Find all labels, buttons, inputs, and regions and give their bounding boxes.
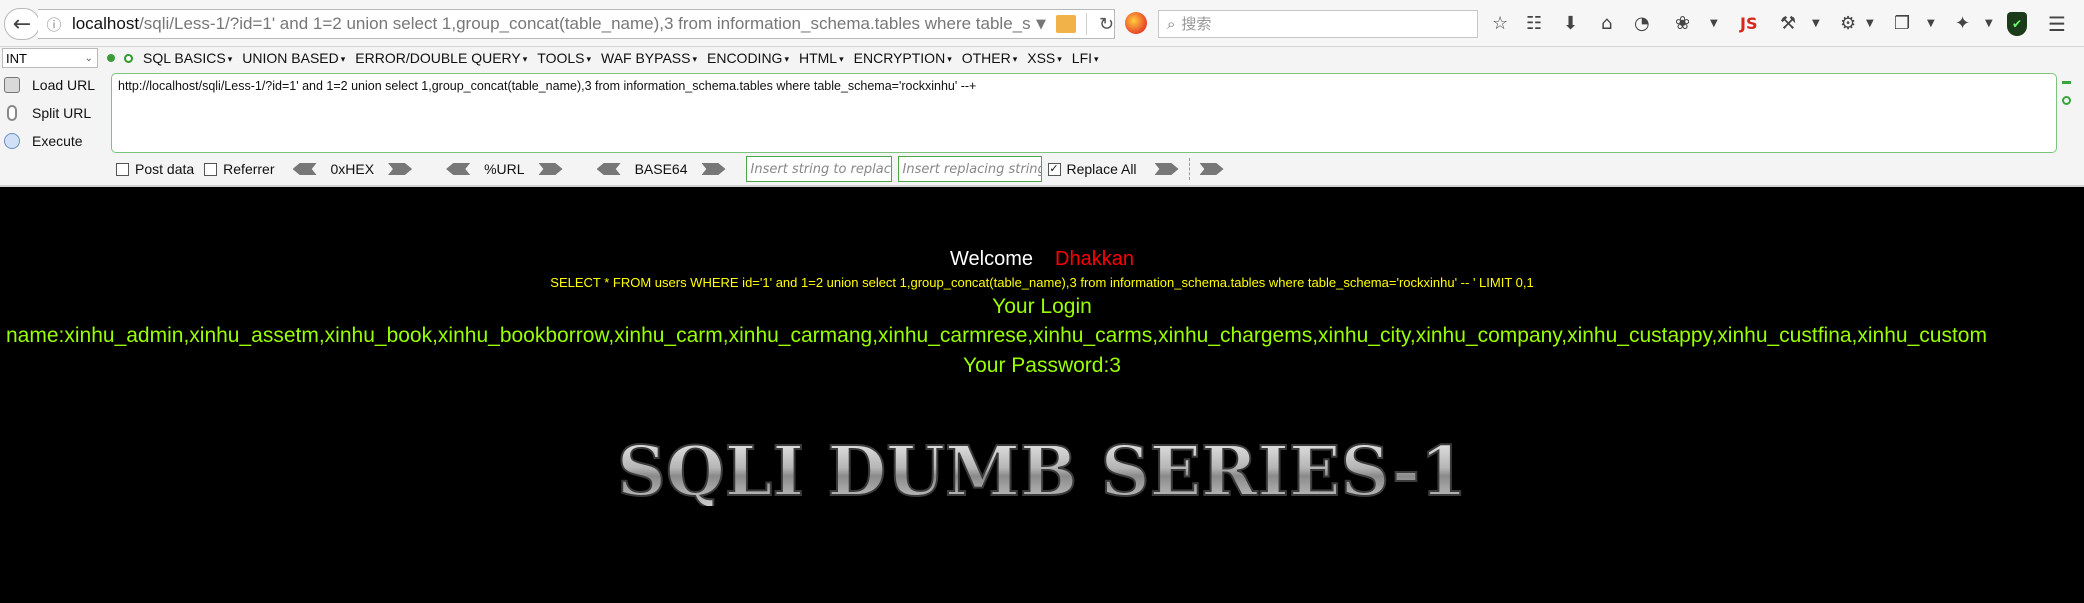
back-arrow-icon: ← (12, 11, 32, 37)
load-url-icon (4, 77, 20, 93)
base64-label: BASE64 (634, 161, 688, 177)
divider (1188, 158, 1190, 180)
chevron-down-icon[interactable]: ▼ (1710, 12, 1718, 36)
extension-icon[interactable]: ✦ (1955, 12, 1970, 36)
replace-go-icon[interactable] (1154, 163, 1179, 175)
encode-url-icon[interactable] (538, 163, 563, 175)
menu-sql-basics[interactable]: SQL BASICS ▾ (143, 50, 232, 66)
scroll-minus-icon[interactable] (2062, 81, 2071, 84)
user-name: Dhakkan (1055, 248, 1134, 270)
address-bar[interactable]: ⓘ localhost/sqli/Less-1/?id=1' and 1=2 u… (38, 9, 1115, 39)
home-icon[interactable] (1055, 15, 1076, 33)
replace-next-icon[interactable] (1199, 163, 1224, 175)
proxy-icon[interactable]: ⚙ (1840, 12, 1856, 36)
welcome-line: Welcome Dhakkan (950, 248, 1134, 270)
menu-union-based[interactable]: UNION BASED ▾ (242, 50, 345, 66)
menu-waf-bypass[interactable]: WAF BYPASS ▾ (601, 50, 697, 66)
url-dropdown-icon[interactable]: ▼ (1036, 17, 1046, 32)
type-select[interactable]: INT ⌄ (2, 48, 98, 68)
shield-icon[interactable]: ✔ (2007, 12, 2027, 36)
execute-icon (4, 133, 20, 149)
info-icon[interactable]: ⓘ (44, 14, 64, 35)
decode-url-icon[interactable] (446, 163, 471, 175)
banner-logo: SQLI DUMB SERIES-1 (616, 436, 1468, 506)
scroll-plus-icon[interactable] (2062, 96, 2071, 105)
referrer-checkbox[interactable]: Referrer (204, 161, 275, 177)
menu-xss[interactable]: XSS ▾ (1027, 50, 1062, 66)
replace-all-checkbox[interactable]: ✓ Replace All (1047, 161, 1137, 177)
textarea-scrollbar[interactable] (2061, 77, 2073, 149)
post-data-checkbox[interactable]: Post data (116, 161, 194, 177)
checkbox-icon[interactable] (116, 162, 129, 176)
window-icon[interactable]: ❐ (1894, 12, 1910, 36)
firefox-icon[interactable] (1125, 12, 1147, 34)
hackbar-menu: INT ⌄ SQL BASICS ▾ UNION BASED ▾ ERROR/DOU… (0, 47, 2084, 69)
clipboard-icon[interactable]: ☷ (1526, 12, 1542, 36)
address-url[interactable]: localhost/sqli/Less-1/?id=1' and 1=2 uni… (72, 14, 1030, 34)
browser-toolbar: ← ⓘ localhost/sqli/Less-1/?id=1' and 1=2… (0, 0, 2084, 47)
menu-lfi[interactable]: LFI ▾ (1072, 50, 1099, 66)
js-toggle-icon[interactable]: JS (1740, 12, 1757, 36)
split-url-icon (7, 105, 17, 121)
reload-icon[interactable]: ↻ (1099, 14, 1114, 35)
svg-text:SQLI DUMB SERIES-1: SQLI DUMB SERIES-1 (617, 436, 1467, 506)
sql-query: SELECT * FROM users WHERE id='1' and 1=2… (550, 275, 1534, 290)
menu-encoding[interactable]: ENCODING ▾ (707, 50, 789, 66)
addon-icon[interactable]: ◔ (1634, 12, 1650, 36)
hackbar-panel: INT ⌄ SQL BASICS ▾ UNION BASED ▾ ERROR/DOU… (0, 47, 2084, 187)
decode-hex-icon[interactable] (292, 163, 317, 175)
encode-hex-icon[interactable] (388, 163, 413, 175)
chevron-down-icon[interactable]: ▼ (1985, 12, 1993, 36)
split-url-button[interactable]: Split URL (0, 99, 110, 127)
login-label: Your Login (992, 295, 1092, 318)
settings-icon[interactable]: ⚒ (1780, 12, 1796, 36)
checkbox-icon[interactable] (204, 162, 218, 176)
back-button[interactable]: ← (4, 8, 40, 40)
menu-error-double-query[interactable]: ERROR/DOUBLE QUERY ▾ (355, 50, 527, 66)
minus-dot-icon[interactable] (107, 54, 115, 62)
divider (1085, 13, 1087, 35)
menu-tools[interactable]: TOOLS ▾ (537, 50, 591, 66)
decode-base64-icon[interactable] (596, 163, 621, 175)
chevron-down-icon[interactable]: ▼ (1927, 12, 1935, 36)
search-icon: ⌕ (1167, 15, 1176, 33)
home-page-icon[interactable]: ⌂ (1601, 12, 1612, 36)
menu-html[interactable]: HTML ▾ (799, 50, 844, 66)
checkmark-icon[interactable]: ✓ (1047, 162, 1061, 176)
hackbar-options: Post data Referrer 0xHEX %URL BASE64 ✓Re… (116, 156, 1232, 182)
hamburger-menu-icon[interactable]: ☰ (2048, 12, 2066, 36)
url-textarea[interactable]: http://localhost/sqli/Less-1/?id=1' and … (111, 73, 2057, 153)
plus-dot-icon[interactable] (124, 53, 133, 63)
search-input[interactable] (1181, 15, 1462, 33)
download-icon[interactable]: ⬇ (1563, 12, 1578, 36)
hex-label: 0xHEX (330, 161, 375, 177)
load-url-button[interactable]: Load URL (0, 71, 110, 99)
palette-icon[interactable]: ❀ (1675, 12, 1690, 36)
execute-button[interactable]: Execute (0, 127, 110, 155)
page-content: Welcome Dhakkan SELECT * FROM users WHERE… (0, 189, 2084, 603)
password-result: Your Password:3 (963, 354, 1121, 377)
login-result: name:xinhu_admin,xinhu_assetm,xinhu_book… (6, 324, 1987, 347)
hackbar-actions: Load URL Split URL Execute (0, 71, 110, 155)
menu-encryption[interactable]: ENCRYPTION ▾ (854, 50, 952, 66)
url-label: %URL (484, 161, 525, 177)
menu-other[interactable]: OTHER ▾ (962, 50, 1018, 66)
search-bar[interactable]: ⌕ (1158, 10, 1478, 38)
chevron-down-icon[interactable]: ▼ (1866, 12, 1874, 36)
replace-with-input[interactable] (897, 156, 1042, 182)
bookmark-star-icon[interactable]: ☆ (1492, 12, 1508, 36)
chevron-down-icon[interactable]: ▼ (1812, 12, 1820, 36)
encode-base64-icon[interactable] (701, 163, 726, 175)
replace-find-input[interactable] (745, 156, 892, 182)
chevron-down-icon: ⌄ (84, 52, 93, 64)
